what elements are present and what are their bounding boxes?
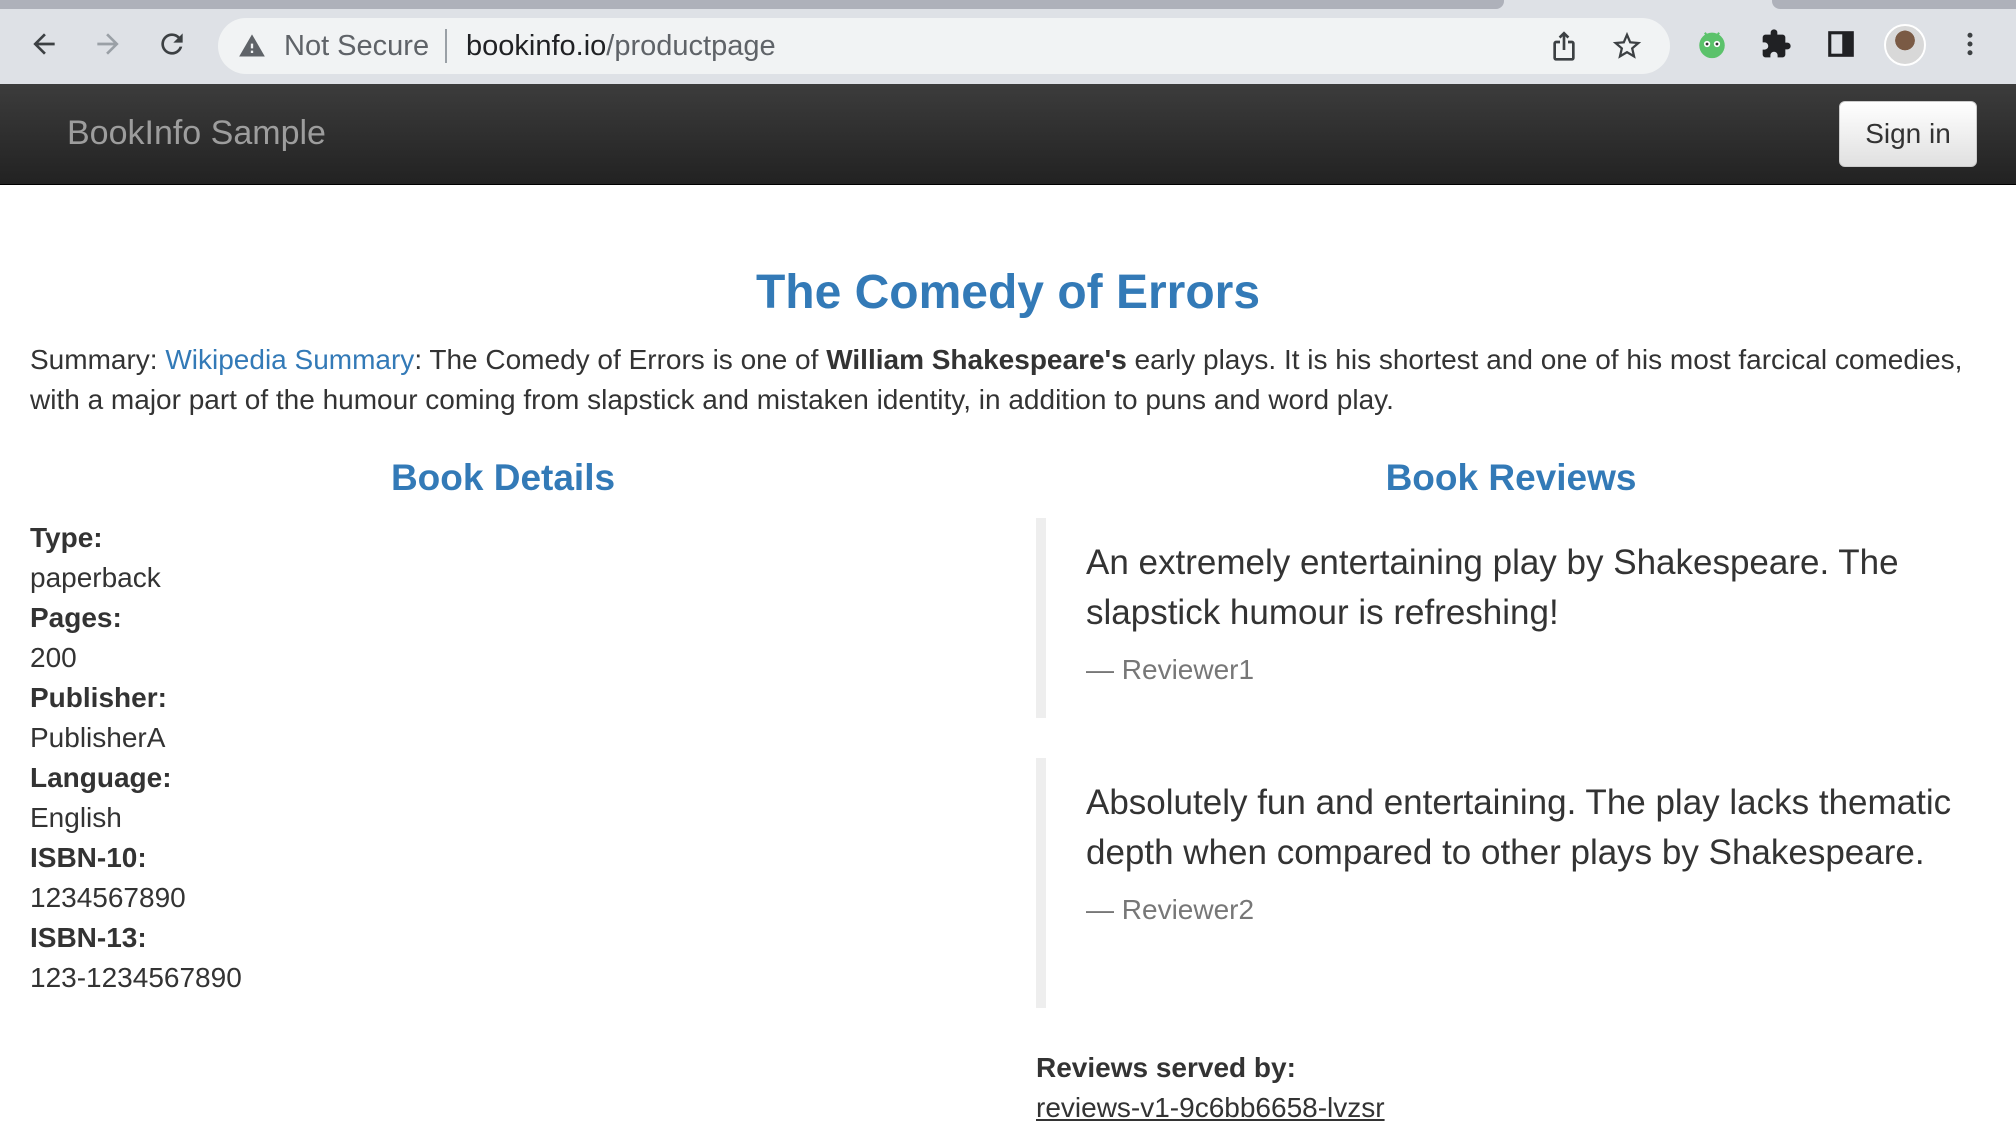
language-label: Language: — [30, 762, 172, 793]
reviews-served-by-label: Reviews served by: — [1036, 1052, 1296, 1083]
site-navbar: BookInfo Sample Sign in — [0, 84, 2016, 185]
tab-strip-right — [1772, 0, 2016, 9]
back-button[interactable] — [22, 22, 66, 66]
side-panel-button[interactable] — [1819, 22, 1863, 66]
review-item: An extremely entertaining play by Shakes… — [1036, 518, 1976, 718]
pages-label: Pages: — [30, 602, 122, 633]
kebab-menu-icon — [1967, 32, 1973, 56]
isbn10-label: ISBN-10: — [30, 842, 147, 873]
url-host: bookinfo.io — [466, 30, 607, 62]
brand-link[interactable]: BookInfo Sample — [67, 113, 326, 153]
tab-strip — [0, 0, 1504, 9]
arrow-right-icon — [97, 33, 119, 55]
url-text[interactable]: bookinfo.io/productpage — [466, 28, 776, 64]
review-author: — Reviewer2 — [1086, 894, 1255, 925]
forward-button[interactable] — [86, 22, 130, 66]
book-details-heading: Book Details — [390, 457, 616, 498]
reviews-served-by-value: reviews-v1-9c6bb6658-lvzsr — [1036, 1092, 1385, 1123]
summary-author: William Shakespeare's — [826, 344, 1127, 375]
summary-label: Summary: — [30, 344, 166, 375]
warning-icon — [239, 34, 265, 57]
bookmark-star-icon[interactable] — [1610, 29, 1644, 63]
publisher-label: Publisher: — [30, 682, 167, 713]
book-reviews-heading: Book Reviews — [1385, 457, 1637, 498]
book-details-list: Type: paperback Pages: 200 Publisher: Pu… — [30, 518, 242, 998]
page-title: The Comedy of Errors — [755, 266, 1261, 319]
extensions-button[interactable] — [1754, 22, 1798, 66]
puzzle-icon — [1762, 29, 1791, 58]
address-bar[interactable]: Not Secure bookinfo.io/productpage — [218, 18, 1670, 74]
review-text: Absolutely fun and entertaining. The pla… — [1086, 783, 1952, 872]
url-path: /productpage — [606, 30, 776, 62]
side-panel-icon — [1828, 31, 1854, 57]
isbn13-value: 123-1234567890 — [30, 962, 242, 993]
isbn10-value: 1234567890 — [30, 882, 186, 913]
type-value: paperback — [30, 562, 161, 593]
sign-in-button[interactable]: Sign in — [1839, 101, 1977, 167]
pages-value: 200 — [30, 642, 77, 673]
reload-button[interactable] — [150, 22, 194, 66]
review-text: An extremely entertaining play by Shakes… — [1086, 543, 1899, 632]
review-item: Absolutely fun and entertaining. The pla… — [1036, 758, 1976, 1008]
product-summary: Summary: Wikipedia Summary: The Comedy o… — [30, 340, 1990, 420]
language-value: English — [30, 802, 122, 833]
share-icon[interactable] — [1548, 30, 1580, 62]
isbn13-label: ISBN-13: — [30, 922, 147, 953]
browser-toolbar: Not Secure bookinfo.io/productpage — [0, 0, 2016, 84]
extension-button[interactable] — [1690, 22, 1734, 66]
arrow-left-icon — [33, 33, 55, 55]
not-secure-label[interactable]: Not Secure — [284, 28, 429, 64]
review-author: — Reviewer1 — [1086, 654, 1255, 685]
publisher-value: PublisherA — [30, 722, 166, 753]
wikipedia-summary-link[interactable]: Wikipedia Summary — [165, 344, 414, 375]
summary-text-start: : The Comedy of Errors is one of — [414, 344, 827, 375]
reload-icon — [161, 33, 183, 55]
android-extension-icon — [1699, 32, 1725, 59]
divider — [445, 29, 447, 63]
profile-avatar[interactable] — [1884, 24, 1926, 66]
menu-button[interactable] — [1948, 22, 1992, 66]
type-label: Type: — [30, 522, 103, 553]
